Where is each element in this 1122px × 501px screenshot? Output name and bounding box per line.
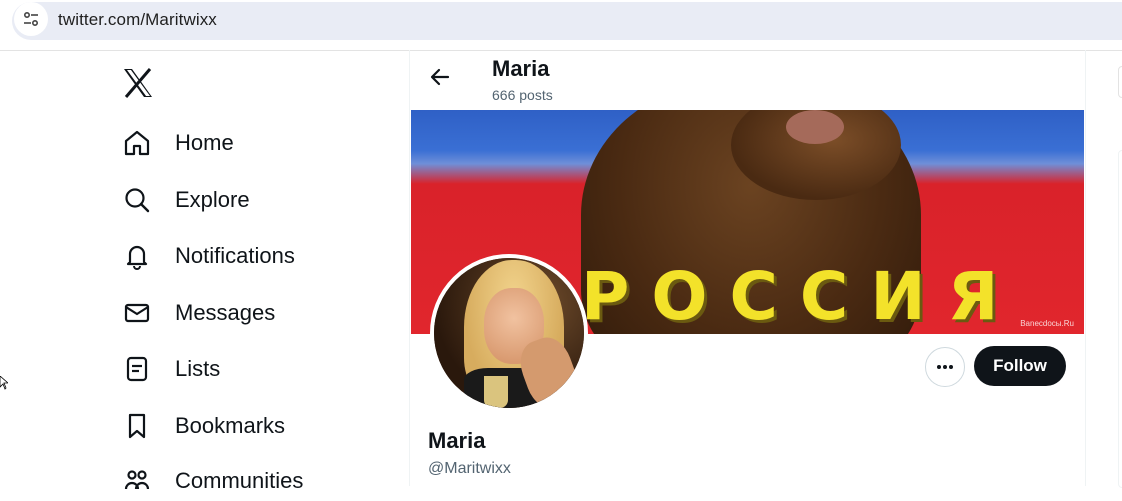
sidebar: Home Explore Notifications Messages List… [0,50,410,493]
follow-button[interactable]: Follow [974,346,1066,386]
right-panel-edge [1118,66,1122,98]
sidebar-item-label: Bookmarks [175,413,286,438]
more-dots-icon [937,365,953,369]
right-panel-edge-lower [1118,150,1122,488]
x-logo-icon[interactable] [122,67,154,99]
bookmark-icon [122,411,152,441]
banner-bear-mouth [786,110,844,144]
profile-column: Maria 666 posts РОССИЯ Banecdoсы.Ru Foll… [409,50,1086,486]
sidebar-item-label: Communities [175,468,304,493]
browser-url-bar: twitter.com/Maritwixx [0,0,1122,51]
sidebar-item-notifications[interactable]: Notifications [122,236,295,276]
header-post-count: 666 posts [492,87,553,103]
sidebar-item-label: Lists [175,356,221,381]
sidebar-item-explore[interactable]: Explore [122,180,250,220]
url-text[interactable]: twitter.com/Maritwixx [58,10,217,30]
bell-icon [122,241,152,271]
home-icon [122,128,152,158]
back-arrow-icon[interactable] [428,65,452,89]
avatar-glass [484,376,508,408]
sidebar-item-label: Explore [175,187,250,212]
mail-icon [122,298,152,328]
sidebar-item-messages[interactable]: Messages [122,293,275,333]
communities-icon [122,466,152,496]
site-settings-icon[interactable] [14,2,48,36]
sidebar-item-label: Messages [175,300,276,325]
sidebar-item-label: Home [175,130,234,155]
sidebar-item-bookmarks[interactable]: Bookmarks [122,406,285,446]
profile-name: Maria [428,428,486,453]
header-name: Maria [492,56,550,81]
list-icon [122,354,152,384]
avatar[interactable] [430,254,588,412]
sidebar-item-communities[interactable]: Communities [122,461,303,501]
more-options-button[interactable] [925,347,965,387]
sidebar-item-label: Notifications [175,243,295,268]
profile-handle: @Maritwixx [428,460,511,477]
banner-text: РОССИЯ [581,258,1021,334]
banner-watermark: Banecdoсы.Ru [1020,319,1074,328]
search-icon [122,185,152,215]
sidebar-item-lists[interactable]: Lists [122,349,220,389]
sidebar-item-home[interactable]: Home [122,123,234,163]
